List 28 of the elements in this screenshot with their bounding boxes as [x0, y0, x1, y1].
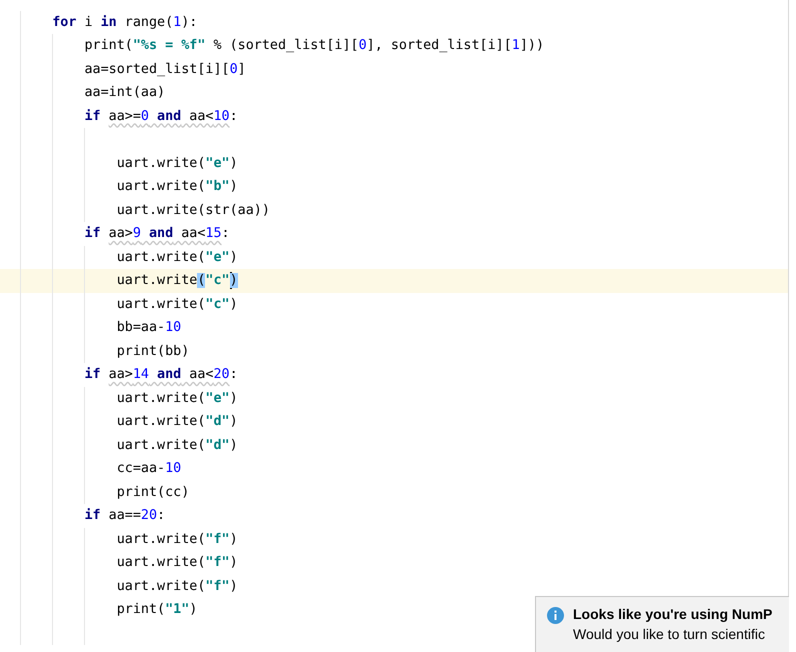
code-line: aa=int(aa)	[84, 84, 166, 102]
code-line: uart.write("d")	[116, 413, 238, 432]
code-line: uart.write("b")	[116, 178, 238, 196]
code-line: if aa==20:	[84, 507, 166, 526]
code-line: uart.write("c")	[116, 296, 238, 314]
code-line: aa=sorted_list[i][0]	[84, 60, 246, 79]
code-line: uart.write("f")	[116, 578, 238, 596]
code-line: if aa>=0 and aa<10:	[84, 108, 238, 126]
code-line: bb=aa-10	[116, 319, 182, 338]
code-line: uart.write("d")	[116, 436, 238, 455]
code-line: uart.write(str(aa))	[116, 202, 270, 220]
code-line: print("1")	[116, 601, 198, 620]
code-line: if aa>9 and aa<15:	[84, 225, 230, 244]
code-line: uart.write("e")	[116, 248, 238, 267]
code-line: cc=aa-10	[116, 460, 182, 478]
code-line: for i in range(1):	[52, 14, 198, 32]
code-line: uart.write("f")	[116, 530, 238, 549]
code-line: print(bb)	[116, 342, 190, 361]
code-line: print("%s = %f" % (sorted_list[i][0], sorted_list[i][1]))	[84, 37, 544, 56]
notification-text: Would you like to turn scientific	[573, 626, 766, 642]
info-icon	[547, 607, 564, 624]
code-line: uart.write("e")	[116, 154, 238, 173]
code-line: if aa>14 and aa<20:	[84, 366, 238, 384]
code-line: uart.write("c")	[116, 271, 238, 292]
notification-title: Looks like you're using NumP	[573, 606, 772, 622]
code-line: uart.write("f")	[116, 554, 238, 572]
code-line: print(cc)	[116, 484, 190, 502]
code-line: uart.write("e")	[116, 390, 238, 408]
